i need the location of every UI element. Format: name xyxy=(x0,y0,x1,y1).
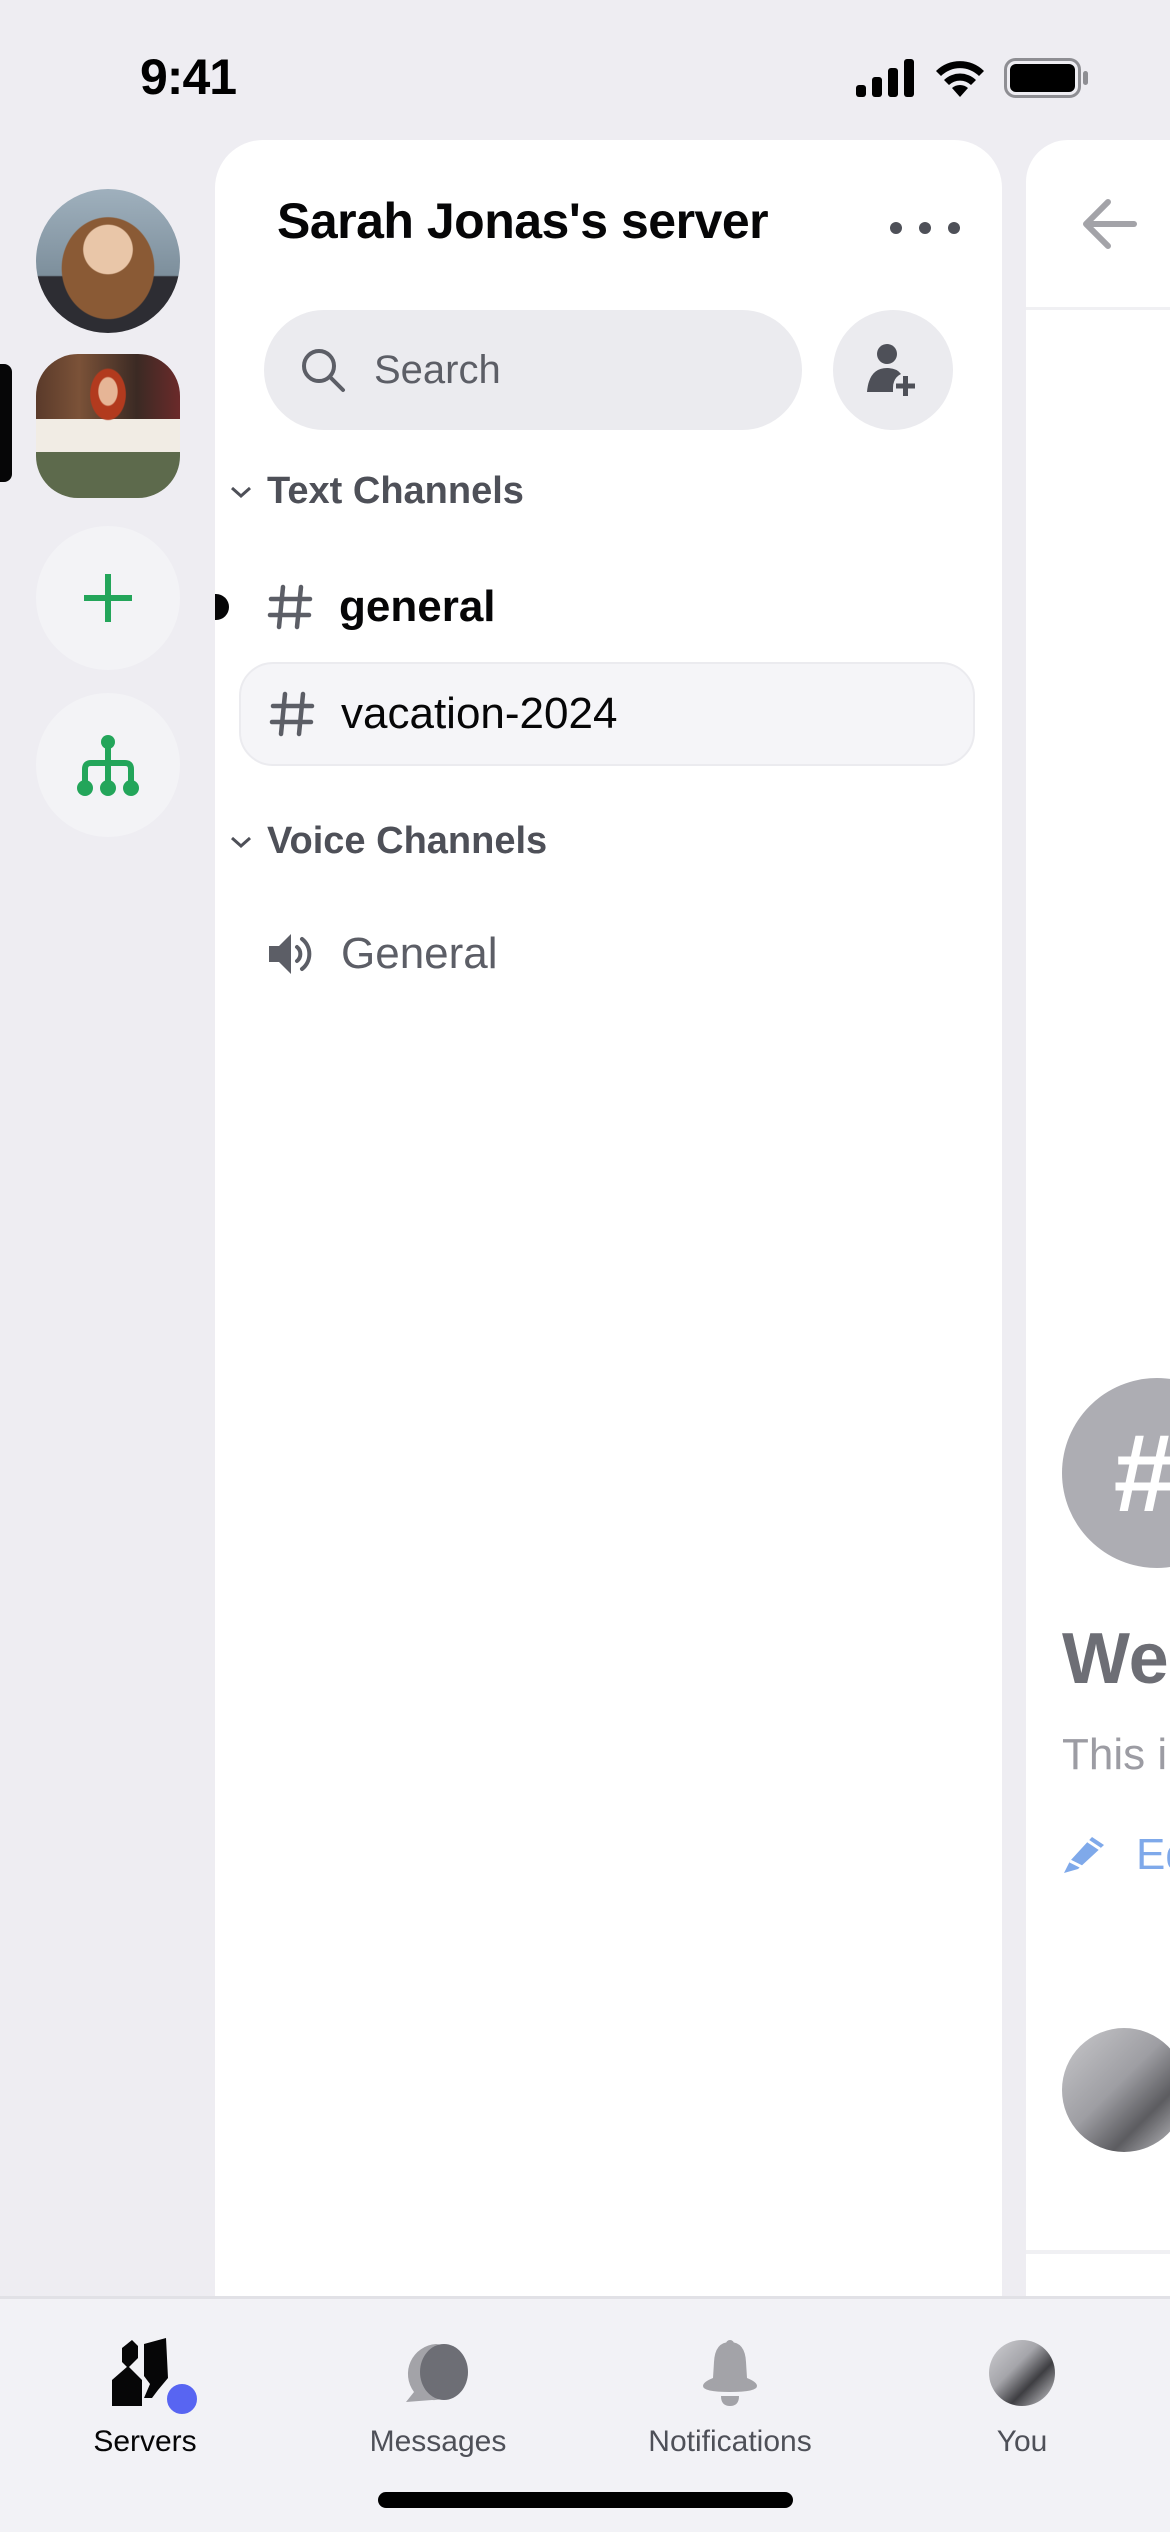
invite-members-button[interactable] xyxy=(833,310,953,430)
category-label: Voice Channels xyxy=(267,820,548,862)
channel-name: general xyxy=(339,582,496,631)
status-bar: 9:41 xyxy=(0,0,1170,150)
chevron-down-icon xyxy=(231,836,251,848)
ellipsis-icon xyxy=(890,222,902,234)
tab-label: Messages xyxy=(369,2425,507,2458)
server-name: Sarah Jonas's server xyxy=(277,193,769,249)
status-time: 9:41 xyxy=(140,49,237,105)
pencil-icon xyxy=(1064,1837,1104,1873)
wifi-icon xyxy=(936,61,984,97)
tab-bar: Servers Messages Notifications You xyxy=(0,2296,1170,2532)
bell-icon xyxy=(703,2340,757,2406)
channel-welcome-icon: # xyxy=(1062,1378,1170,1568)
explore-servers-button[interactable] xyxy=(36,693,180,837)
server-rail xyxy=(0,150,215,2296)
category-label: Text Channels xyxy=(267,470,524,512)
tab-notifications[interactable]: Notifications xyxy=(620,2333,840,2459)
server-icon-profile[interactable] xyxy=(36,189,180,333)
server-options-button[interactable] xyxy=(890,208,960,248)
message-author-avatar[interactable] xyxy=(1062,2028,1170,2152)
search-icon xyxy=(302,349,345,392)
speaker-icon xyxy=(269,934,312,974)
unread-indicator xyxy=(215,594,229,620)
tab-label: Servers xyxy=(93,2425,197,2458)
tab-servers[interactable]: Servers xyxy=(35,2333,255,2459)
channel-vacation-2024[interactable]: vacation-2024 xyxy=(239,662,975,766)
add-server-button[interactable] xyxy=(36,526,180,670)
status-icons xyxy=(856,58,1090,98)
chat-header xyxy=(1026,140,1170,310)
tab-you[interactable]: You xyxy=(912,2333,1132,2459)
hub-tree-icon xyxy=(77,735,139,796)
channel-panel: Sarah Jonas's server Search Text Channel… xyxy=(215,140,1002,2296)
add-member-icon xyxy=(867,344,915,396)
channel-name: General xyxy=(341,929,498,978)
server-icon-sarah-jonas[interactable] xyxy=(36,354,180,498)
composer-divider xyxy=(1026,2250,1170,2254)
cellular-signal-icon xyxy=(856,59,914,97)
search-input[interactable]: Search xyxy=(264,310,802,430)
welcome-subtitle: This i xyxy=(1062,1730,1168,1779)
channel-name: vacation-2024 xyxy=(341,689,618,738)
tab-label: Notifications xyxy=(648,2425,812,2458)
search-placeholder: Search xyxy=(374,347,501,392)
messages-icon xyxy=(406,2344,468,2402)
profile-avatar xyxy=(989,2340,1055,2406)
channel-general[interactable]: general xyxy=(239,555,975,659)
voice-channel-general[interactable]: General xyxy=(239,902,975,1006)
tab-label: You xyxy=(996,2425,1048,2458)
tab-messages[interactable]: Messages xyxy=(328,2333,548,2459)
edit-channel-link[interactable]: Ed xyxy=(1062,1830,1170,1880)
chevron-down-icon xyxy=(231,486,251,498)
arrow-left-icon[interactable] xyxy=(1078,194,1138,254)
category-text-channels[interactable]: Text Channels xyxy=(229,470,524,513)
category-voice-channels[interactable]: Voice Channels xyxy=(229,820,547,863)
home-indicator xyxy=(378,2492,793,2508)
plus-icon xyxy=(84,574,132,622)
notification-badge xyxy=(162,2379,202,2419)
battery-icon xyxy=(1004,58,1088,98)
chat-panel-peek[interactable]: # Wel This i Ed xyxy=(1026,140,1170,2296)
hash-icon xyxy=(269,691,315,737)
selected-server-indicator xyxy=(0,364,12,482)
edit-channel-text: Ed xyxy=(1136,1830,1170,1879)
hash-icon xyxy=(267,584,313,630)
welcome-title: Wel xyxy=(1062,1619,1170,1699)
